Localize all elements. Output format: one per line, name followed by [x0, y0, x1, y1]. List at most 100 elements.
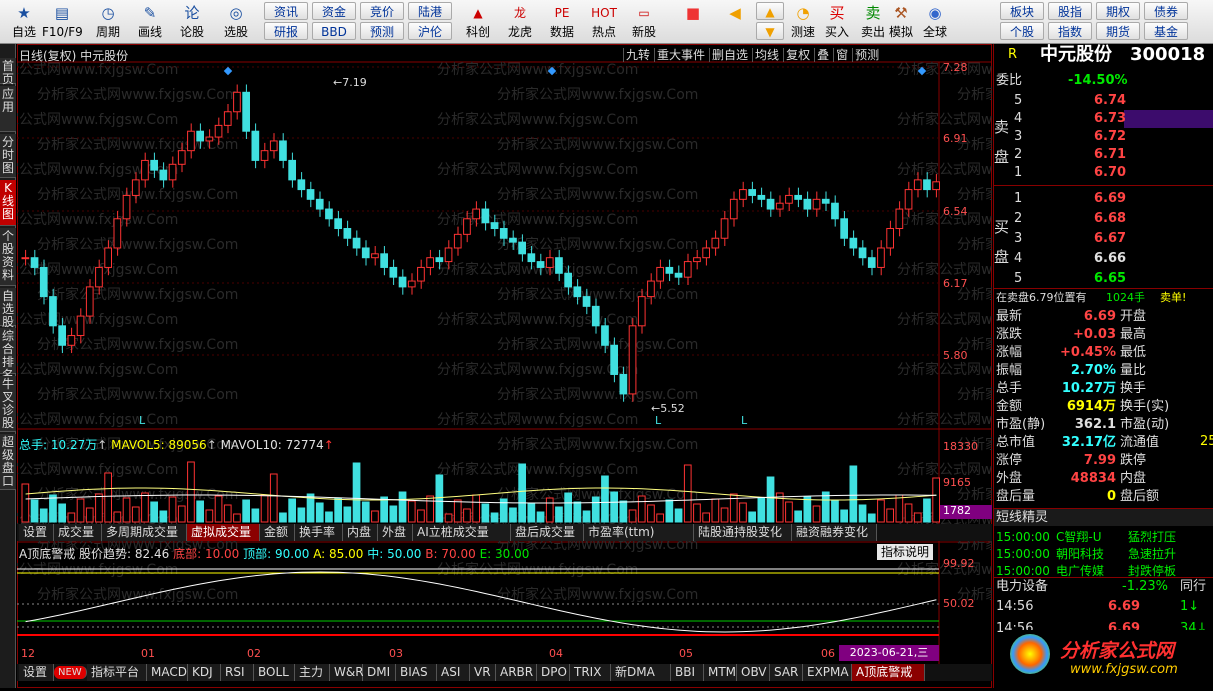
toolbar-right-top-2[interactable]: 期权	[1096, 2, 1140, 20]
indicator-tab-4[interactable]: KDJ	[188, 664, 221, 681]
volume-tab-11[interactable]: 陆股通持股变化	[694, 524, 792, 541]
chart-tool-5[interactable]: 叠	[814, 48, 830, 62]
chart-tool-4[interactable]: 复权	[783, 48, 811, 62]
left-tab-8[interactable]: 超级盘口	[0, 434, 16, 490]
sell-price[interactable]: 6.74	[1094, 92, 1126, 110]
indicator-tab-3[interactable]: MACD	[147, 664, 188, 681]
volume-tab-5[interactable]: 换手率	[295, 524, 343, 541]
buy-price[interactable]: 6.65	[1094, 270, 1126, 288]
chart-tool-2[interactable]: 删自选	[709, 48, 749, 62]
volume-tab-8[interactable]: AI立桩成交量	[413, 524, 511, 541]
event-marker-icon[interactable]	[223, 66, 233, 76]
indicator-tab-17[interactable]: BBI	[671, 664, 704, 681]
volume-tab-10[interactable]: 市盈率(ttm)	[584, 524, 694, 541]
volume-tab-12[interactable]: 融资融券变化	[792, 524, 877, 541]
sector-right[interactable]: 同行	[1180, 578, 1206, 596]
buy-price[interactable]: 6.68	[1094, 210, 1126, 228]
left-tab-6[interactable]: 综合排名	[0, 328, 16, 382]
short-name[interactable]: 朝阳科技	[1056, 545, 1104, 563]
toolbar2-button-2[interactable]: PE 数据	[542, 2, 582, 42]
volume-tab-3[interactable]: 虚拟成交量	[187, 524, 260, 541]
indicator-tab-2[interactable]: 指标平台	[87, 664, 147, 681]
left-tab-4[interactable]: 个股资料	[0, 228, 16, 286]
toolbar3-button-7[interactable]: ◉ 全球	[918, 2, 952, 42]
indicator-tab-1[interactable]: NEW	[54, 666, 87, 679]
toolbar-grid-top-1[interactable]: 资金	[312, 2, 356, 20]
left-tab-3[interactable]: K线图	[0, 180, 16, 226]
indicator-tab-12[interactable]: VR	[470, 664, 496, 681]
chart-tool-7[interactable]: 预测	[852, 48, 880, 62]
volume-tab-0[interactable]: 设置	[19, 524, 54, 541]
indicator-tab-6[interactable]: BOLL	[254, 664, 295, 681]
toolbar-right-top-3[interactable]: 债券	[1144, 2, 1188, 20]
toolbar3-button-1[interactable]: ◀	[718, 2, 752, 42]
toolbar-button-0[interactable]: ★ 自选	[4, 2, 44, 42]
volume-tab-7[interactable]: 外盘	[378, 524, 413, 541]
toolbar-button-1[interactable]: ▤ F10/F9	[42, 2, 83, 42]
indicator-tab-16[interactable]: 新DMA	[611, 664, 671, 681]
toolbar-grid-top-2[interactable]: 竞价	[360, 2, 404, 20]
toolbar-grid-bottom-2[interactable]: 预测	[360, 22, 404, 40]
toolbar-grid-top-0[interactable]: 资讯	[264, 2, 308, 20]
chart-tool-0[interactable]: 九转	[623, 48, 651, 62]
toolbar-button-4[interactable]: 论论股	[172, 2, 212, 42]
buy-price[interactable]: 6.66	[1094, 250, 1126, 268]
left-tab-7[interactable]: 牛叉诊股	[0, 376, 16, 432]
indicator-tab-0[interactable]: 设置	[19, 664, 54, 681]
toolbar-up-arrow-icon[interactable]: ▲	[756, 2, 784, 20]
indicator-tab-18[interactable]: MTM	[704, 664, 737, 681]
toolbar-down-arrow-icon[interactable]: ▼	[756, 22, 784, 40]
indicator-tab-9[interactable]: DMI	[363, 664, 396, 681]
toolbar-grid-bottom-1[interactable]: BBD	[312, 22, 356, 40]
indicator-help-button[interactable]: 指标说明	[877, 544, 933, 560]
toolbar-right-bottom-3[interactable]: 基金	[1144, 22, 1188, 40]
indicator-tab-20[interactable]: SAR	[770, 664, 803, 681]
toolbar-right-bottom-1[interactable]: 指数	[1048, 22, 1092, 40]
volume-tab-2[interactable]: 多周期成交量	[102, 524, 187, 541]
buy-price[interactable]: 6.69	[1094, 190, 1126, 208]
toolbar-right-top-1[interactable]: 股指	[1048, 2, 1092, 20]
indicator-tab-21[interactable]: EXPMA	[803, 664, 852, 681]
sell-price[interactable]: 6.73	[1094, 110, 1126, 128]
sector-name[interactable]: 电力设备	[996, 578, 1048, 596]
indicator-tab-22[interactable]: A顶底警戒	[852, 664, 925, 681]
left-tab-2[interactable]: 分时图	[0, 134, 16, 178]
buy-price[interactable]: 6.67	[1094, 230, 1126, 248]
volume-tab-9[interactable]: 盘后成交量	[511, 524, 584, 541]
sell-price[interactable]: 6.72	[1094, 128, 1126, 146]
indicator-tab-10[interactable]: BIAS	[396, 664, 437, 681]
sell-price[interactable]: 6.71	[1094, 146, 1126, 164]
sell-price[interactable]: 6.70	[1094, 164, 1126, 182]
indicator-tab-7[interactable]: 主力	[295, 664, 330, 681]
toolbar2-button-1[interactable]: 龙龙虎	[500, 2, 540, 42]
volume-tab-6[interactable]: 内盘	[343, 524, 378, 541]
toolbar-button-5[interactable]: ◎ 选股	[216, 2, 256, 42]
indicator-tab-5[interactable]: RSI	[221, 664, 254, 681]
toolbar2-button-4[interactable]: ▭ 新股	[624, 2, 664, 42]
chart-tool-6[interactable]: 窗	[833, 48, 849, 62]
volume-tab-4[interactable]: 金额	[260, 524, 295, 541]
toolbar-right-bottom-0[interactable]: 个股	[1000, 22, 1044, 40]
indicator-tab-8[interactable]: W&R	[330, 664, 364, 681]
toolbar-grid-top-3[interactable]: 陆港	[408, 2, 452, 20]
left-tab-1[interactable]: 应用	[0, 86, 16, 132]
toolbar-right-bottom-2[interactable]: 期货	[1096, 22, 1140, 40]
toolbar3-button-6[interactable]: ⚒ 模拟	[884, 2, 918, 42]
volume-tab-1[interactable]: 成交量	[54, 524, 102, 541]
chart-tool-3[interactable]: 均线	[752, 48, 780, 62]
toolbar3-button-0[interactable]: ■	[676, 2, 710, 42]
left-tab-0[interactable]: 首页	[0, 58, 16, 86]
indicator-tab-19[interactable]: OBV	[737, 664, 770, 681]
toolbar-button-2[interactable]: ◷ 周期	[88, 2, 128, 42]
toolbar-grid-bottom-3[interactable]: 沪伦	[408, 22, 452, 40]
toolbar-right-top-0[interactable]: 板块	[1000, 2, 1044, 20]
toolbar3-button-3[interactable]: ◔ 测速	[786, 2, 820, 42]
toolbar-grid-bottom-0[interactable]: 研报	[264, 22, 308, 40]
indicator-tab-13[interactable]: ARBR	[496, 664, 537, 681]
indicator-tab-15[interactable]: TRIX	[570, 664, 611, 681]
toolbar-button-3[interactable]: ✎ 画线	[130, 2, 170, 42]
kline-chart-svg[interactable]: 分析家公式网www.fxjgsw.Com 分析家公式网www.fxjgsw.Com…	[0, 44, 1158, 688]
chart-tool-1[interactable]: 重大事件	[654, 48, 706, 62]
indicator-tab-11[interactable]: ASI	[437, 664, 470, 681]
toolbar2-button-0[interactable]: ▲ 科创	[458, 2, 498, 42]
